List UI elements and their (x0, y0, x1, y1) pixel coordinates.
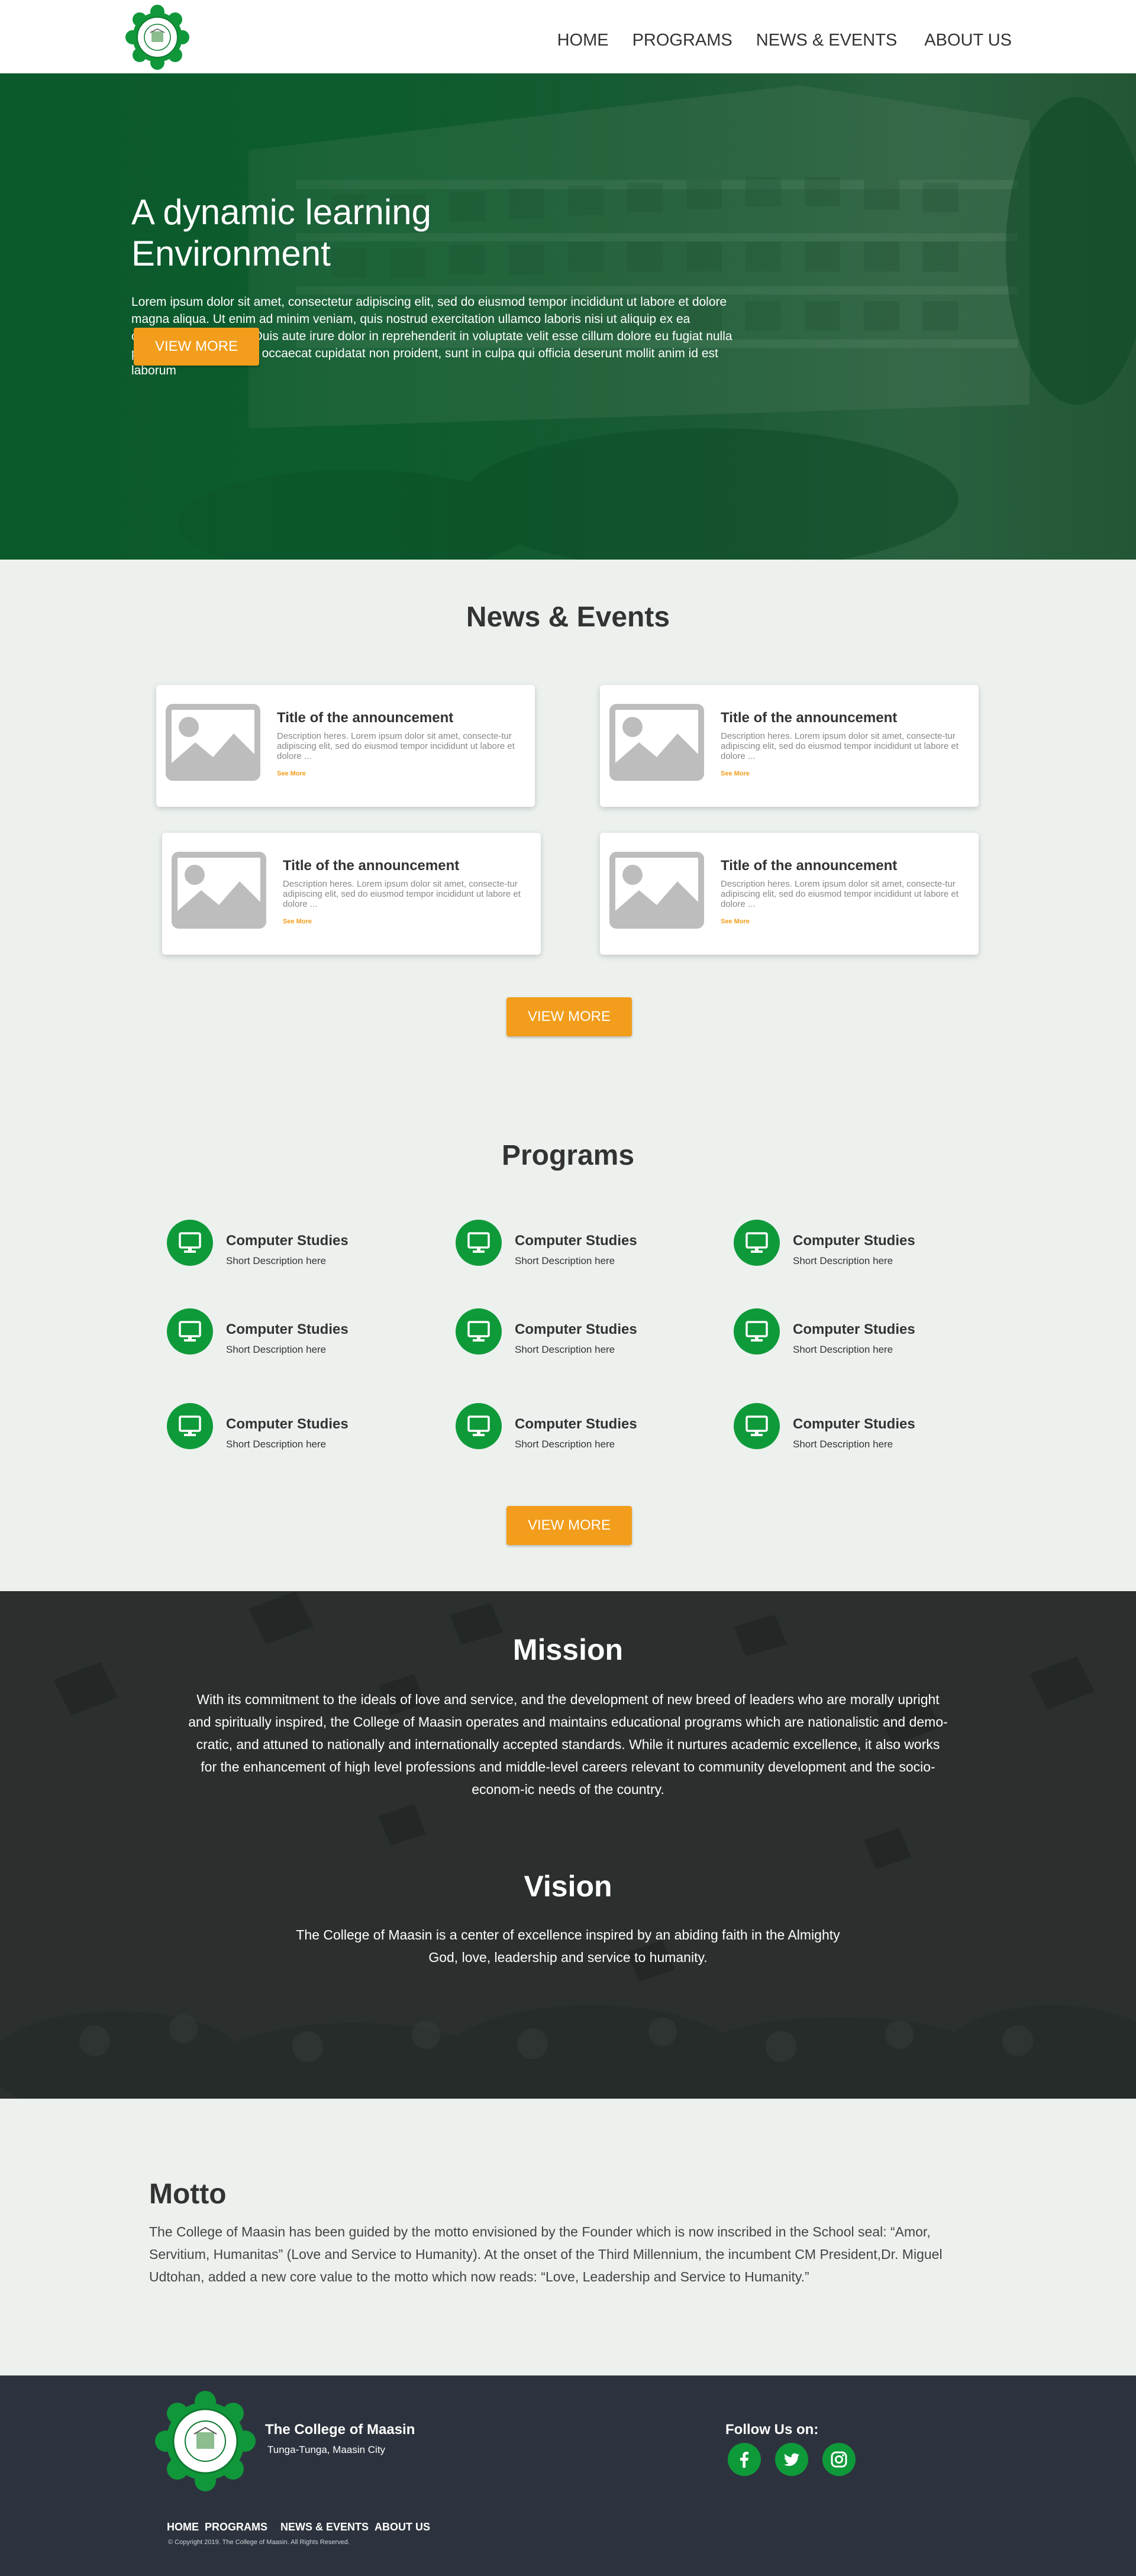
monitor-icon (167, 1220, 213, 1266)
program-name: Computer Studies (793, 1233, 915, 1249)
news-card[interactable]: Title of the announcement Description he… (162, 833, 541, 955)
mission-text: With its commitment to the ideals of lov… (188, 1692, 948, 1797)
nav-programs[interactable]: PROGRAMS (632, 31, 732, 50)
program-item[interactable]: Computer Studies Short Description here (734, 1220, 970, 1273)
footer-address: Tunga-Tunga, Maasin City (267, 2444, 386, 2455)
news-card-title: Title of the announcement (721, 710, 898, 726)
see-more-link[interactable]: See More (721, 918, 750, 925)
news-card[interactable]: Title of the announcement Description he… (600, 833, 979, 955)
graduation-background-image (0, 1591, 1136, 2099)
program-name: Computer Studies (515, 1416, 637, 1432)
see-more-link[interactable]: See More (277, 770, 306, 777)
footer-college-name: The College of Maasin (265, 2422, 415, 2438)
hero-title: A dynamic learning Environment (131, 192, 431, 273)
program-name: Computer Studies (226, 1321, 348, 1337)
news-card-description: Description heres. Lorem ipsum dolor sit… (721, 731, 958, 761)
site-header: HOME PROGRAMS NEWS & EVENTS ABOUT US (0, 0, 1136, 73)
program-item[interactable]: Computer Studies Short Description here (734, 1308, 970, 1362)
news-card[interactable]: Title of the announcement Description he… (600, 685, 979, 807)
nav-news-events[interactable]: NEWS & EVENTS (756, 31, 898, 50)
news-card-title: Title of the announcement (277, 710, 454, 726)
monitor-icon (734, 1308, 780, 1355)
footer-nav-news-events[interactable]: NEWS & EVENTS (280, 2521, 369, 2533)
footer-nav-home[interactable]: HOME (167, 2521, 199, 2533)
program-description: Short Description here (793, 1344, 893, 1355)
monitor-icon (734, 1220, 780, 1266)
program-item[interactable]: Computer Studies Short Description here (456, 1308, 692, 1362)
hero-section: A dynamic learning Environment Lorem ips… (0, 73, 1136, 560)
mission-title: Mission (512, 1633, 624, 1666)
nav-home[interactable]: HOME (557, 31, 609, 50)
news-card-title: Title of the announcement (721, 858, 898, 874)
monitor-icon (734, 1403, 780, 1449)
program-item[interactable]: Computer Studies Short Description here (734, 1403, 970, 1456)
copyright-text: © Copyright 2019. The College of Maasin.… (168, 2539, 350, 2546)
main-nav: HOME PROGRAMS NEWS & EVENTS ABOUT US (557, 31, 1012, 50)
monitor-icon (456, 1220, 502, 1266)
monitor-icon (167, 1403, 213, 1449)
follow-us-label: Follow Us on: (725, 2422, 819, 2438)
news-section-title: News & Events (466, 602, 670, 633)
motto-title: Motto (149, 2179, 227, 2210)
program-item[interactable]: Computer Studies Short Description here (167, 1220, 404, 1273)
college-seal-logo[interactable] (153, 2391, 258, 2491)
program-item[interactable]: Computer Studies Short Description here (167, 1403, 404, 1456)
program-item[interactable]: Computer Studies Short Description here (456, 1220, 692, 1273)
motto-text: The College of Maasin has been guided by… (149, 2224, 943, 2284)
college-logo[interactable] (123, 5, 192, 70)
image-placeholder-icon (609, 852, 704, 929)
programs-view-more-button[interactable]: VIEW MORE (506, 1506, 632, 1545)
program-description: Short Description here (793, 1255, 893, 1266)
program-item[interactable]: Computer Studies Short Description here (167, 1308, 404, 1362)
news-card-description: Description heres. Lorem ipsum dolor sit… (277, 731, 515, 761)
program-name: Computer Studies (793, 1321, 915, 1337)
program-item[interactable]: Computer Studies Short Description here (456, 1403, 692, 1456)
news-card[interactable]: Title of the announcement Description he… (156, 685, 535, 807)
vision-title: Vision (524, 1870, 612, 1903)
program-description: Short Description here (515, 1344, 615, 1355)
image-placeholder-icon (166, 704, 260, 781)
program-description: Short Description here (793, 1439, 893, 1450)
monitor-icon (167, 1308, 213, 1355)
image-placeholder-icon (609, 704, 704, 781)
instagram-icon[interactable] (822, 2443, 856, 2476)
program-name: Computer Studies (515, 1233, 637, 1249)
footer-nav-about-us[interactable]: ABOUT US (375, 2521, 430, 2533)
program-description: Short Description here (226, 1344, 327, 1355)
news-view-more-button[interactable]: VIEW MORE (506, 997, 632, 1036)
news-card-title: Title of the announcement (283, 858, 460, 874)
hero-view-more-button[interactable]: VIEW MORE (134, 328, 259, 366)
news-card-description: Description heres. Lorem ipsum dolor sit… (721, 879, 958, 909)
site-footer: The College of Maasin Tunga-Tunga, Maasi… (0, 2375, 1136, 2576)
program-name: Computer Studies (793, 1416, 915, 1432)
program-description: Short Description here (226, 1255, 327, 1266)
programs-section-title: Programs (501, 1140, 635, 1171)
program-name: Computer Studies (515, 1321, 637, 1337)
see-more-link[interactable]: See More (721, 770, 750, 777)
program-name: Computer Studies (226, 1416, 348, 1432)
news-card-description: Description heres. Lorem ipsum dolor sit… (283, 879, 521, 909)
program-name: Computer Studies (226, 1233, 348, 1249)
see-more-link[interactable]: See More (283, 918, 312, 925)
twitter-icon[interactable] (775, 2443, 808, 2476)
monitor-icon (456, 1308, 502, 1355)
program-description: Short Description here (515, 1255, 615, 1266)
footer-nav: HOME PROGRAMS NEWS & EVENTS ABOUT US (167, 2521, 436, 2533)
program-description: Short Description here (515, 1439, 615, 1450)
mission-vision-section: Mission With its commitment to the ideal… (0, 1591, 1136, 2099)
vision-text: The College of Maasin is a center of exc… (296, 1927, 840, 1965)
footer-nav-programs[interactable]: PROGRAMS (205, 2521, 267, 2533)
program-description: Short Description here (226, 1439, 327, 1450)
monitor-icon (456, 1403, 502, 1449)
nav-about-us[interactable]: ABOUT US (924, 31, 1012, 50)
image-placeholder-icon (172, 852, 266, 929)
facebook-icon[interactable] (728, 2443, 761, 2476)
